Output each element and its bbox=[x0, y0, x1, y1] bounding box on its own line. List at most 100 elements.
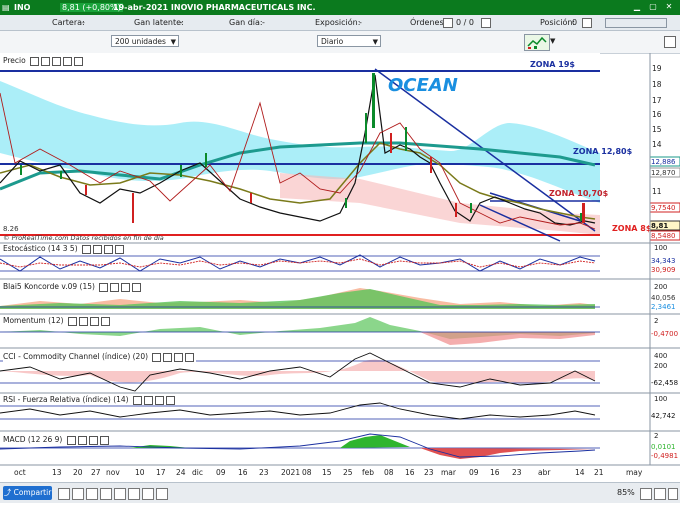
maximize-panel-icon[interactable] bbox=[174, 352, 184, 362]
ticker-symbol: INO bbox=[14, 3, 31, 12]
cci-tick: 200 bbox=[654, 362, 667, 370]
time-tick: 23 bbox=[512, 468, 522, 477]
time-tick: 27 bbox=[91, 468, 101, 477]
koncorde-title: Blai5 Koncorde v.09 (15) bbox=[3, 282, 144, 292]
close-panel-icon[interactable] bbox=[99, 435, 109, 445]
wrench-icon[interactable] bbox=[99, 282, 109, 292]
minimize-panel-icon[interactable] bbox=[110, 282, 120, 292]
time-tick: 23 bbox=[424, 468, 434, 477]
time-tick: abr bbox=[538, 468, 551, 477]
time-axis: oct 13 20 27 nov 10 17 24 dic 09 16 23 2… bbox=[14, 468, 643, 477]
close-panel-icon[interactable] bbox=[52, 56, 62, 66]
stoch-value-tag: 34,343 bbox=[651, 257, 676, 265]
ordenes-value: 0 / 0 bbox=[456, 18, 474, 27]
share-button[interactable]: ⤴ Compartir bbox=[3, 486, 52, 500]
gan-latente-label: Gan latente: bbox=[134, 18, 184, 27]
minimize-panel-icon[interactable] bbox=[163, 352, 173, 362]
panel-title-text: Precio bbox=[3, 56, 26, 65]
close-panel-icon[interactable] bbox=[100, 316, 110, 326]
close-panel-icon[interactable] bbox=[132, 282, 142, 292]
rsi-line bbox=[0, 402, 596, 420]
units-select[interactable]: 200 unidades ▼ bbox=[111, 35, 179, 47]
time-tick: 10 bbox=[135, 468, 145, 477]
indicator-axes: 100 34,343 30,909 200 40,056 2,3461 2 -0… bbox=[651, 244, 678, 460]
indicator-picker-button[interactable] bbox=[524, 34, 550, 51]
wrench-icon[interactable] bbox=[66, 435, 76, 445]
zoom-out-icon[interactable] bbox=[640, 488, 652, 500]
koncorde-value-tag: 2,3461 bbox=[651, 303, 676, 311]
time-tick: 13 bbox=[52, 468, 62, 477]
close-panel-icon[interactable] bbox=[165, 395, 175, 405]
price-tick: 14 bbox=[652, 140, 662, 149]
chart-toolbar: 200 unidades ▼ Diario ▼ ▼ bbox=[0, 31, 680, 54]
macd-tick: 2 bbox=[654, 432, 658, 440]
time-tick: 23 bbox=[259, 468, 269, 477]
minimize-panel-icon[interactable] bbox=[143, 395, 153, 405]
maximize-icon[interactable]: ▢ bbox=[648, 2, 658, 12]
minimize-panel-icon[interactable] bbox=[41, 56, 51, 66]
price-tick: 15 bbox=[652, 125, 662, 134]
time-tick: feb bbox=[362, 468, 374, 477]
add-indicator-icon[interactable] bbox=[74, 56, 84, 66]
channel-tool-icon[interactable] bbox=[128, 488, 140, 500]
wrench-icon[interactable] bbox=[30, 56, 40, 66]
time-tick: 21 bbox=[594, 468, 604, 477]
maximize-panel-icon[interactable] bbox=[154, 395, 164, 405]
minimize-panel-icon[interactable] bbox=[77, 435, 87, 445]
value-tag: 8,5480 bbox=[651, 232, 676, 240]
minimize-icon[interactable]: ▁ bbox=[632, 2, 642, 12]
minimize-panel-icon[interactable] bbox=[93, 244, 103, 254]
time-tick: 09 bbox=[469, 468, 479, 477]
time-tick: 14 bbox=[575, 468, 585, 477]
momentum-title: Momentum (12) bbox=[3, 316, 112, 326]
time-tick: 15 bbox=[322, 468, 332, 477]
maximize-panel-icon[interactable] bbox=[104, 244, 114, 254]
close-panel-icon[interactable] bbox=[115, 244, 125, 254]
value-tag: 12,870 bbox=[651, 169, 676, 177]
rsi-title: RSI - Fuerza Relativa (índice) (14) bbox=[3, 395, 177, 405]
koncorde-value-tag: 40,056 bbox=[651, 294, 676, 302]
wrench-icon[interactable] bbox=[132, 395, 142, 405]
orders-icon[interactable] bbox=[443, 18, 453, 28]
value-tag: 9,7540 bbox=[651, 204, 676, 212]
zona-1070-label: ZONA 10,70$ bbox=[549, 189, 609, 198]
units-value: 200 unidades bbox=[115, 37, 166, 46]
time-tick: nov bbox=[106, 468, 120, 477]
rectangle-tool-icon[interactable] bbox=[142, 488, 154, 500]
draw-tool-icon[interactable] bbox=[58, 488, 70, 500]
text-tool-icon[interactable] bbox=[86, 488, 98, 500]
arrow-tool-icon[interactable] bbox=[100, 488, 112, 500]
period-select[interactable]: Diario ▼ bbox=[317, 35, 381, 47]
ocean-watermark: OCEAN bbox=[388, 75, 458, 96]
maximize-panel-icon[interactable] bbox=[89, 316, 99, 326]
close-panel-icon[interactable] bbox=[185, 352, 195, 362]
fibonacci-tool-icon[interactable] bbox=[114, 488, 126, 500]
add-indicator-icon[interactable] bbox=[63, 56, 73, 66]
layout-icon[interactable] bbox=[664, 36, 676, 48]
zoom-in-icon[interactable] bbox=[654, 488, 666, 500]
eraser-tool-icon[interactable] bbox=[156, 488, 168, 500]
minimize-panel-icon[interactable] bbox=[78, 316, 88, 326]
fullscreen-icon[interactable] bbox=[668, 488, 678, 500]
macd-value-tag: -0,4981 bbox=[651, 452, 678, 460]
order-buttons[interactable] bbox=[605, 18, 667, 28]
left-price-label: 8.26 bbox=[3, 225, 19, 233]
wrench-icon[interactable] bbox=[67, 316, 77, 326]
wrench-icon[interactable] bbox=[152, 352, 162, 362]
momentum-value-tag: -0,4700 bbox=[651, 330, 678, 338]
posicion-label: Posición: bbox=[540, 18, 576, 27]
app-menu-icon[interactable]: ▤ bbox=[2, 3, 10, 12]
macd-title: MACD (12 26 9) bbox=[3, 435, 111, 445]
orders-detail-icon[interactable] bbox=[481, 18, 491, 28]
close-icon[interactable]: ✕ bbox=[664, 2, 674, 12]
data-source-note: © ProRealTime.com Datos recibidos en fin… bbox=[3, 234, 164, 242]
line-tool-icon[interactable] bbox=[72, 488, 84, 500]
maximize-panel-icon[interactable] bbox=[121, 282, 131, 292]
time-tick: 08 bbox=[302, 468, 312, 477]
wrench-icon[interactable] bbox=[82, 244, 92, 254]
time-tick: 20 bbox=[73, 468, 83, 477]
position-icon[interactable] bbox=[582, 18, 592, 28]
chevron-down-icon[interactable]: ▼ bbox=[550, 37, 555, 45]
stochastic-panel bbox=[0, 254, 600, 272]
maximize-panel-icon[interactable] bbox=[88, 435, 98, 445]
